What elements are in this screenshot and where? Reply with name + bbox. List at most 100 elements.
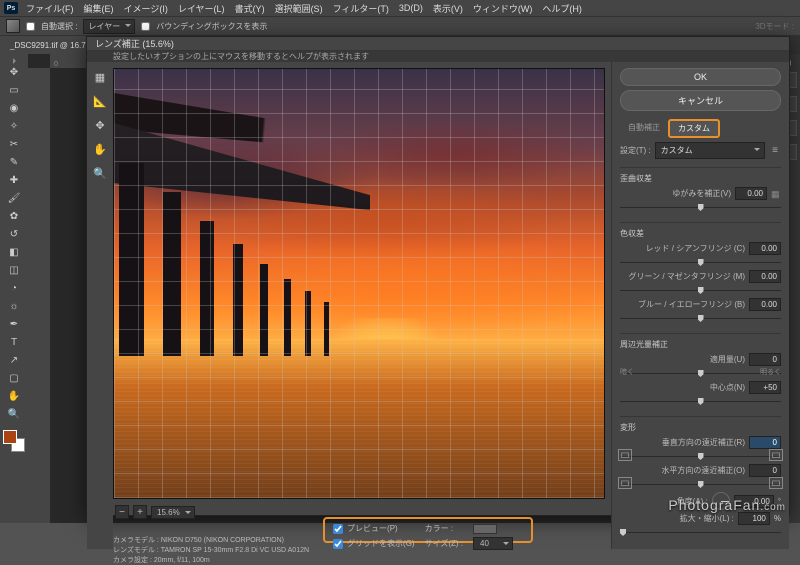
show-grid-checkbox[interactable] (333, 539, 343, 549)
menu-layer[interactable]: レイヤー(L) (174, 1, 229, 16)
remove-distortion-field[interactable]: 0.00 (735, 187, 767, 200)
show-grid-label: グリッドを表示(G) (347, 538, 415, 549)
vertical-perspective-slider[interactable] (620, 451, 781, 461)
remove-distortion-label: ゆがみを補正(V) (620, 188, 731, 199)
vertical-perspective-field[interactable]: 0 (749, 436, 781, 449)
brush-tool-icon[interactable]: 🖌 (4, 190, 24, 206)
wand-tool-icon[interactable]: ✧ (4, 118, 24, 134)
lens-model-label: レンズモデル : TAMRON SP 15-30mm F2.8 Di VC US… (113, 546, 309, 555)
preview-checkbox[interactable] (333, 524, 343, 534)
preview-image[interactable] (113, 68, 605, 499)
grid-icon[interactable]: ▦ (771, 189, 781, 199)
pen-tool-icon[interactable]: ✒ (4, 316, 24, 332)
auto-select-checkbox[interactable] (26, 22, 35, 31)
remove-distortion-slider[interactable] (620, 202, 781, 212)
perspective-icon (769, 449, 783, 461)
bbox-label: バウンディングボックスを表示 (156, 21, 267, 32)
vignette-midpoint-field[interactable]: +50 (749, 381, 781, 394)
menu-help[interactable]: ヘルプ(H) (538, 1, 586, 16)
color-swatches[interactable] (3, 430, 25, 452)
vignette-amount-label: 適用量(U) (620, 354, 745, 365)
vertical-ruler (28, 68, 50, 523)
zoom-level-dropdown[interactable]: 15.6% (151, 506, 195, 519)
blur-tool-icon[interactable]: ◔ (4, 280, 24, 296)
path-tool-icon[interactable]: ↗ (4, 352, 24, 368)
options-bar: 自動選択 : レイヤー バウンディングボックスを表示 3Dモード : (0, 16, 800, 36)
horizontal-perspective-label: 水平方向の遠近補正(O) (620, 465, 745, 476)
gradient-tool-icon[interactable]: ◫ (4, 262, 24, 278)
straighten-tool-icon[interactable]: 📐 (91, 92, 109, 110)
section-chromatic: 色収差 (620, 228, 781, 239)
red-cyan-field[interactable]: 0.00 (749, 242, 781, 255)
blue-yellow-field[interactable]: 0.00 (749, 298, 781, 311)
zoom-out-button[interactable]: − (115, 505, 129, 519)
shape-tool-icon[interactable]: ▢ (4, 370, 24, 386)
lasso-tool-icon[interactable]: ◉ (4, 100, 24, 116)
cancel-button[interactable]: キャンセル (620, 90, 781, 111)
horizontal-perspective-slider[interactable] (620, 479, 781, 489)
zoom-tool-icon[interactable]: 🔍 (4, 406, 24, 422)
settings-label: 設定(T) : (620, 145, 651, 156)
crop-tool-icon[interactable]: ✂ (4, 136, 24, 152)
history-brush-tool-icon[interactable]: ↺ (4, 226, 24, 242)
move-grid-tool-icon[interactable]: ✥ (91, 116, 109, 134)
vignette-light-label: 明るく (760, 367, 781, 377)
settings-menu-icon[interactable]: ≡ (769, 145, 781, 156)
blue-yellow-slider[interactable] (620, 313, 781, 323)
grid-overlay (114, 69, 604, 498)
move-tool-icon[interactable]: ✥ (4, 64, 24, 80)
vertical-perspective-label: 垂直方向の遠近補正(R) (620, 437, 745, 448)
auto-select-dropdown[interactable]: レイヤー (83, 19, 135, 34)
green-magenta-field[interactable]: 0.00 (749, 270, 781, 283)
menu-file[interactable]: ファイル(F) (22, 1, 78, 16)
eraser-tool-icon[interactable]: ◧ (4, 244, 24, 260)
percent-label: % (774, 514, 781, 523)
menu-3d[interactable]: 3D(D) (395, 2, 427, 14)
dodge-tool-icon[interactable]: ☼ (4, 298, 24, 314)
menu-select[interactable]: 選択範囲(S) (271, 1, 327, 16)
menu-image[interactable]: イメージ(I) (120, 1, 172, 16)
vignette-amount-slider[interactable]: 暗く 明るく (620, 368, 781, 378)
ok-button[interactable]: OK (620, 68, 781, 86)
green-magenta-slider[interactable] (620, 285, 781, 295)
remove-distortion-tool-icon[interactable]: ▦ (91, 68, 109, 86)
section-transform: 変形 (620, 422, 781, 433)
collapse-icon[interactable] (3, 58, 25, 62)
vignette-amount-field[interactable]: 0 (749, 353, 781, 366)
camera-model-label: カメラモデル : NIKON D750 (NIKON CORPORATION) (113, 536, 309, 545)
settings-dropdown[interactable]: カスタム (655, 142, 765, 159)
hand-tool-icon[interactable]: ✋ (91, 140, 109, 158)
bbox-checkbox[interactable] (141, 22, 150, 31)
scale-slider[interactable] (620, 527, 781, 537)
heal-tool-icon[interactable]: ✚ (4, 172, 24, 188)
vignette-midpoint-slider[interactable] (620, 396, 781, 406)
vignette-dark-label: 暗く (620, 367, 634, 377)
zoom-in-button[interactable]: + (133, 505, 147, 519)
auto-select-label: 自動選択 : (41, 21, 77, 32)
fg-color-swatch[interactable] (3, 430, 17, 444)
tab-auto-correction[interactable]: 自動補正 (620, 119, 668, 138)
marquee-tool-icon[interactable]: ▭ (4, 82, 24, 98)
tab-custom[interactable]: カスタム (668, 119, 720, 138)
stamp-tool-icon[interactable]: ✿ (4, 208, 24, 224)
type-tool-icon[interactable]: T (4, 334, 24, 350)
settings-panel: OK キャンセル 自動補正 カスタム 設定(T) : カスタム ≡ 歪曲収差 ゆ… (611, 62, 789, 549)
blue-yellow-label: ブルー / イエローフリンジ (B) (620, 299, 745, 310)
tools-panel: ✥ ▭ ◉ ✧ ✂ ✎ ✚ 🖌 ✿ ↺ ◧ ◫ ◔ ☼ ✒ T ↗ ▢ ✋ 🔍 (0, 54, 28, 523)
tool-preset-icon[interactable] (6, 19, 20, 33)
horizontal-perspective-field[interactable]: 0 (749, 464, 781, 477)
menu-type[interactable]: 書式(Y) (231, 1, 269, 16)
zoom-tool-icon[interactable]: 🔍 (91, 164, 109, 182)
menu-view[interactable]: 表示(V) (429, 1, 467, 16)
grid-size-field[interactable]: 40 (473, 537, 513, 550)
grid-color-swatch[interactable] (473, 524, 497, 534)
hand-tool-icon[interactable]: ✋ (4, 388, 24, 404)
menu-window[interactable]: ウィンドウ(W) (469, 1, 537, 16)
menu-filter[interactable]: フィルター(T) (329, 1, 393, 16)
camera-settings-label: カメラ設定 : 20mm, f/11, 100m (113, 556, 309, 565)
red-cyan-slider[interactable] (620, 257, 781, 267)
green-magenta-label: グリーン / マゼンタフリンジ (M) (620, 271, 745, 282)
eyedropper-tool-icon[interactable]: ✎ (4, 154, 24, 170)
menu-edit[interactable]: 編集(E) (80, 1, 118, 16)
footer-options-highlight: プレビュー(P) カラー : グリッドを表示(G) サイズ(Z) : 40 (323, 517, 533, 543)
